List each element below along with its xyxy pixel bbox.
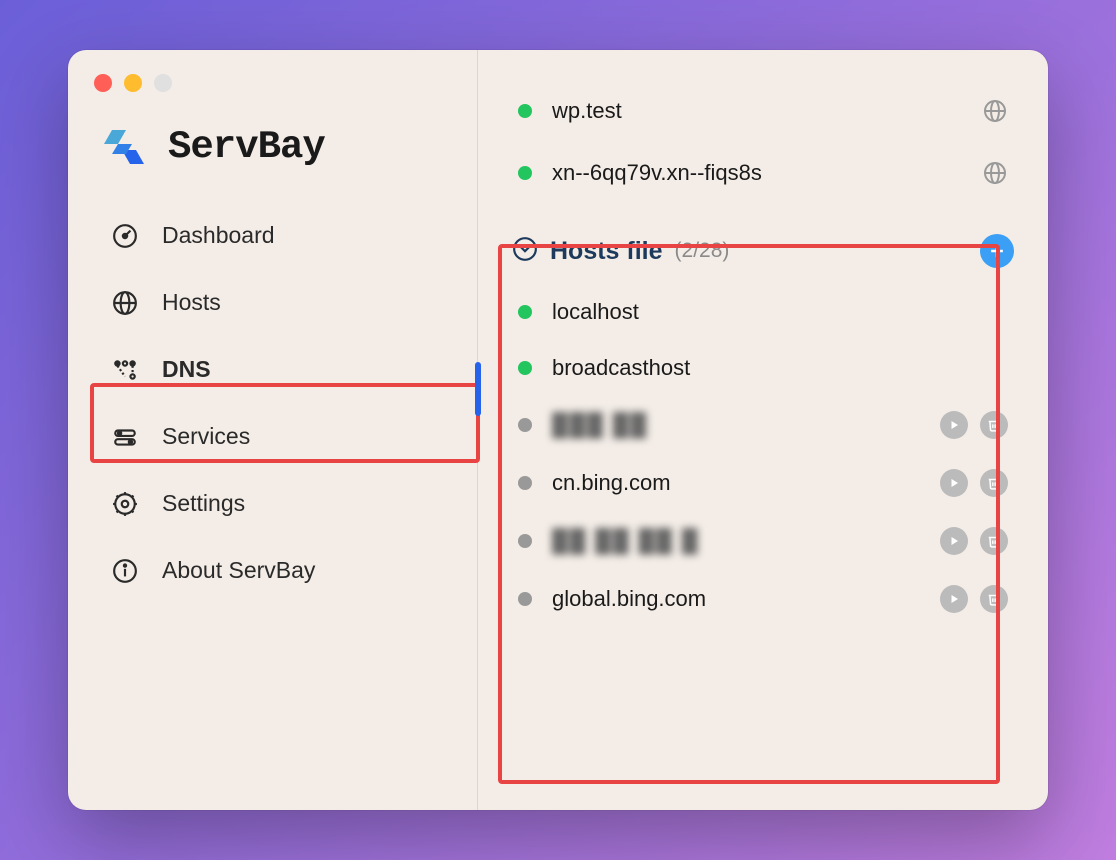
add-host-button[interactable]	[980, 234, 1014, 268]
status-dot-gray	[518, 534, 532, 548]
nav-label: Services	[162, 423, 250, 450]
play-button[interactable]	[940, 469, 968, 497]
sidebar-item-hosts[interactable]: Hosts	[88, 269, 457, 336]
hosts-icon	[112, 290, 138, 316]
sidebar-item-services[interactable]: Services	[88, 403, 457, 470]
delete-button[interactable]	[980, 527, 1008, 555]
nav-label: Settings	[162, 490, 245, 517]
nav-list: Dashboard Hosts DNS Services	[88, 202, 457, 604]
maximize-window-button[interactable]	[154, 74, 172, 92]
section-title: Hosts file	[550, 237, 663, 266]
host-row[interactable]: wp.test	[508, 80, 1018, 142]
host-row[interactable]: localhost	[508, 284, 1018, 340]
host-row[interactable]: ███ ██	[508, 396, 1018, 454]
main-content: wp.test xn--6qq79v.xn--fiqs8s Hosts file…	[478, 50, 1048, 810]
status-dot-green	[518, 104, 532, 118]
dashboard-icon	[112, 223, 138, 249]
host-row[interactable]: broadcasthost	[508, 340, 1018, 396]
hosts-file-section-header[interactable]: Hosts file (2/28)	[508, 218, 1018, 284]
play-button[interactable]	[940, 527, 968, 555]
status-dot-gray	[518, 476, 532, 490]
section-count: (2/28)	[675, 239, 730, 263]
host-row[interactable]: global.bing.com	[508, 570, 1018, 628]
host-row[interactable]: ██ ██ ██ █	[508, 512, 1018, 570]
sidebar-item-settings[interactable]: Settings	[88, 470, 457, 537]
delete-button[interactable]	[980, 585, 1008, 613]
host-name: xn--6qq79v.xn--fiqs8s	[552, 160, 962, 186]
globe-icon[interactable]	[982, 98, 1008, 124]
nav-label: Hosts	[162, 289, 221, 316]
globe-icon[interactable]	[982, 160, 1008, 186]
close-window-button[interactable]	[94, 74, 112, 92]
host-row[interactable]: cn.bing.com	[508, 454, 1018, 512]
scroll-indicator	[475, 362, 481, 416]
dns-icon	[112, 357, 138, 383]
host-name: wp.test	[552, 98, 962, 124]
delete-button[interactable]	[980, 469, 1008, 497]
status-dot-green	[518, 166, 532, 180]
host-name-blurred: ██ ██ ██ █	[552, 528, 920, 554]
app-title: ServBay	[168, 125, 325, 169]
host-actions	[940, 527, 1008, 555]
status-dot-gray	[518, 418, 532, 432]
host-name: cn.bing.com	[552, 470, 920, 496]
sidebar-item-dns[interactable]: DNS	[88, 336, 457, 403]
host-name: global.bing.com	[552, 586, 920, 612]
nav-label: Dashboard	[162, 222, 275, 249]
sidebar-item-dashboard[interactable]: Dashboard	[88, 202, 457, 269]
app-window: ServBay Dashboard Hosts DNS	[68, 50, 1048, 810]
settings-icon	[112, 491, 138, 517]
status-dot-gray	[518, 592, 532, 606]
logo-area: ServBay	[100, 122, 457, 172]
host-name: broadcasthost	[552, 355, 1008, 381]
logo-icon	[100, 122, 150, 172]
status-dot-green	[518, 361, 532, 375]
sidebar-item-about[interactable]: About ServBay	[88, 537, 457, 604]
host-actions	[940, 411, 1008, 439]
nav-label: About ServBay	[162, 557, 315, 584]
about-icon	[112, 558, 138, 584]
host-row[interactable]: xn--6qq79v.xn--fiqs8s	[508, 142, 1018, 204]
services-icon	[112, 424, 138, 450]
delete-button[interactable]	[980, 411, 1008, 439]
play-button[interactable]	[940, 585, 968, 613]
host-name-blurred: ███ ██	[552, 412, 920, 438]
minimize-window-button[interactable]	[124, 74, 142, 92]
chevron-down-circle-icon[interactable]	[512, 236, 538, 267]
nav-label: DNS	[162, 356, 211, 383]
play-button[interactable]	[940, 411, 968, 439]
host-name: localhost	[552, 299, 1008, 325]
host-actions	[940, 469, 1008, 497]
status-dot-green	[518, 305, 532, 319]
sidebar: ServBay Dashboard Hosts DNS	[68, 50, 478, 810]
host-actions	[940, 585, 1008, 613]
window-controls	[94, 74, 457, 92]
